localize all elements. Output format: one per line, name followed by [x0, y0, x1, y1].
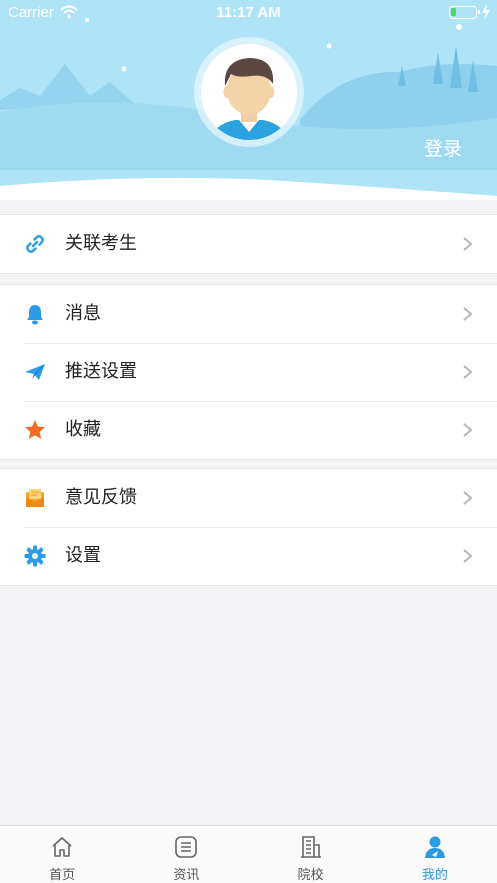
menu-item-feedback[interactable]: 意见反馈	[0, 469, 497, 527]
star-icon	[25, 420, 45, 439]
menu-group-2: 消息 推送设置 收藏	[0, 284, 497, 460]
news-icon	[175, 836, 198, 858]
charging-bolt-icon	[482, 4, 490, 20]
tab-label: 资讯	[173, 868, 200, 883]
building-icon	[300, 836, 321, 858]
menu-item-label: 设置	[65, 545, 101, 566]
gear-icon	[24, 545, 46, 567]
profile-header: Carrier 11:17 AM 登录	[0, 0, 497, 200]
menu-item-push-settings[interactable]: 推送设置	[0, 343, 497, 401]
menu-item-label: 推送设置	[65, 361, 137, 382]
user-icon	[424, 836, 445, 858]
battery-icon	[449, 6, 480, 19]
tab-bar: 首页 资讯 院校 我的	[0, 825, 497, 883]
status-time: 11:17 AM	[216, 4, 281, 21]
tab-label: 院校	[297, 868, 324, 883]
bell-icon	[27, 305, 43, 325]
tab-mine[interactable]: 我的	[373, 826, 497, 883]
home-icon	[52, 837, 72, 857]
chevron-right-icon	[463, 491, 473, 505]
menu-item-link-candidate[interactable]: 关联考生	[0, 215, 497, 273]
menu-group-1: 关联考生	[0, 214, 497, 274]
menu-item-label: 意见反馈	[65, 487, 137, 508]
avatar[interactable]	[201, 44, 297, 140]
chevron-right-icon	[463, 423, 473, 437]
menu-item-favorites[interactable]: 收藏	[0, 401, 497, 459]
link-icon	[26, 235, 44, 253]
status-bar: Carrier 11:17 AM	[0, 0, 497, 26]
menu-item-label: 收藏	[65, 419, 101, 440]
tab-label: 我的	[421, 868, 448, 883]
mail-icon	[26, 489, 44, 507]
chevron-right-icon	[463, 237, 473, 251]
menu-group-3: 意见反馈 设置	[0, 468, 497, 586]
menu-item-label: 消息	[65, 303, 101, 324]
chevron-right-icon	[463, 307, 473, 321]
menu-item-label: 关联考生	[65, 233, 137, 254]
tab-schools[interactable]: 院校	[249, 826, 373, 883]
tab-label: 首页	[49, 868, 76, 883]
tab-home[interactable]: 首页	[0, 826, 124, 883]
login-link[interactable]: 登录	[424, 134, 462, 161]
menu-item-settings[interactable]: 设置	[0, 527, 497, 585]
menu-item-messages[interactable]: 消息	[0, 285, 497, 343]
paper-plane-icon	[25, 364, 45, 380]
chevron-right-icon	[463, 365, 473, 379]
tab-news[interactable]: 资讯	[124, 826, 248, 883]
chevron-right-icon	[463, 549, 473, 563]
default-avatar-icon	[201, 44, 297, 140]
avatar-ring[interactable]	[194, 37, 304, 147]
